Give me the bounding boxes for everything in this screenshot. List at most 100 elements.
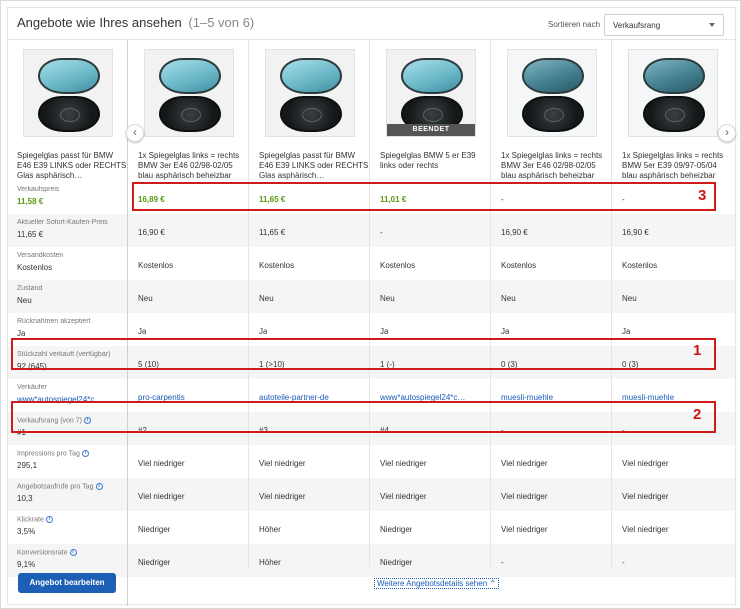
cell-value: Kostenlos <box>501 261 537 270</box>
cell-value: 11,65 € <box>17 230 44 239</box>
comparison-table: Verkaufspreis 11,58 €16,89 €11,65 €11,01 … <box>7 39 736 606</box>
panel-header: Angebote wie Ihres ansehen (1–5 von 6) S… <box>7 7 736 39</box>
cell-value: Viel niedriger <box>501 525 548 534</box>
cell-value: Viel niedriger <box>138 492 185 501</box>
cell-value: Neu <box>259 294 274 303</box>
row-label: Angebotsaufrufe pro Tag i <box>17 483 103 490</box>
listing-image[interactable] <box>23 49 113 137</box>
cell-value: Viel niedriger <box>259 492 306 501</box>
listing-title[interactable]: 1x Spiegelglas links = rechts BMW 5er E3… <box>622 151 732 181</box>
info-icon[interactable]: i <box>95 483 103 490</box>
cell-value: Kostenlos <box>17 263 53 272</box>
listing-title[interactable]: 1x Spiegelglas links = rechts BMW 3er E4… <box>501 151 611 181</box>
edit-listing-button[interactable]: Angebot bearbeiten <box>18 573 116 593</box>
mirror-glass-top <box>643 58 705 94</box>
column-divider <box>369 40 370 567</box>
row-label-text: Rücknahmen akzeptiert <box>17 318 91 325</box>
row-label: Impressions pro Tag i <box>17 450 89 457</box>
cell-value: 16,90 € <box>622 228 649 237</box>
row-label-text: Angebotsaufrufe pro Tag <box>17 483 94 491</box>
cell-value: 11,58 € <box>17 197 44 206</box>
row-label: Zustand <box>17 285 42 292</box>
cell-value: Viel niedriger <box>622 492 669 501</box>
row-label: Klickrate i <box>17 516 53 523</box>
cell-value: Ja <box>380 327 389 336</box>
listing-title[interactable]: Spiegelglas passt für BMW E46 E39 LINKS … <box>259 151 369 181</box>
cell-value: 16,90 € <box>501 228 528 237</box>
cell-value: 295,1 <box>17 461 38 470</box>
cell-value: Ja <box>622 327 631 336</box>
cell-value: Viel niedriger <box>138 459 185 468</box>
cell-value: Viel niedriger <box>259 459 306 468</box>
sort-value: Verkaufsrang <box>613 21 661 30</box>
cell-value: Viel niedriger <box>501 459 548 468</box>
cell-value: Kostenlos <box>259 261 295 270</box>
column-divider <box>611 40 612 567</box>
cell-value: Neu <box>17 296 32 305</box>
row-label-text: Verkäufer <box>17 384 47 391</box>
cell-value: Viel niedriger <box>380 459 427 468</box>
cell-value: Neu <box>380 294 395 303</box>
mirror-glass-back <box>643 96 705 132</box>
annotation-number-3: 3 <box>698 187 707 204</box>
info-icon[interactable]: i <box>69 549 77 556</box>
cell-value: Ja <box>501 327 510 336</box>
row-label-text: Impressions pro Tag <box>17 450 80 458</box>
row-label: Aktueller Sofort-Kaufen-Preis <box>17 219 108 226</box>
highlight-box-3 <box>132 182 716 211</box>
cell-value: Niedriger <box>138 525 171 534</box>
listing-title: Spiegelglas passt für BMW E46 E39 LINKS … <box>17 151 127 180</box>
cell-value: - <box>622 558 625 567</box>
result-count: (1–5 von 6) <box>188 15 255 30</box>
ended-badge: BEENDET <box>387 124 475 136</box>
info-icon[interactable]: i <box>81 450 89 457</box>
cell-value: 11,65 € <box>259 228 286 237</box>
mirror-glass-top <box>159 58 221 94</box>
row-label: Rücknahmen akzeptiert <box>17 318 91 325</box>
cell-value: Viel niedriger <box>622 459 669 468</box>
listing-image[interactable] <box>265 49 355 137</box>
listing-title[interactable]: Spiegelglas BMW 5 er E39 links oder rech… <box>380 151 490 171</box>
more-details-link[interactable]: Weitere Angebotsdetails sehen ⌃ <box>374 578 500 589</box>
mirror-glass-top <box>38 58 100 94</box>
cell-value: Viel niedriger <box>501 492 548 501</box>
sort-label: Sortieren nach <box>548 20 601 29</box>
cell-value: 9,1% <box>17 560 36 569</box>
listing-image[interactable] <box>144 49 234 137</box>
chevron-down-icon <box>709 23 715 27</box>
row-label-text: Verkaufspreis <box>17 186 60 193</box>
cell-value: Neu <box>138 294 153 303</box>
listing-image[interactable] <box>507 49 597 137</box>
mirror-glass-top <box>401 58 463 94</box>
next-arrow-icon[interactable]: › <box>718 124 736 142</box>
info-icon[interactable]: i <box>45 516 53 523</box>
offers-panel: Angebote wie Ihres ansehen (1–5 von 6) S… <box>0 0 741 609</box>
chevron-up-icon: ⌃ <box>489 579 497 588</box>
highlight-box-1 <box>11 338 716 370</box>
prev-arrow-icon[interactable]: ‹ <box>126 124 144 142</box>
cell-value: Ja <box>138 327 147 336</box>
mirror-glass-back <box>159 96 221 132</box>
sort-dropdown[interactable]: Verkaufsrang <box>604 14 724 36</box>
listing-image[interactable] <box>628 49 718 137</box>
listing-title[interactable]: 1x Spiegelglas links = rechts BMW 3er E4… <box>138 151 248 181</box>
row-label-text: Konversionsrate <box>17 549 68 557</box>
row-label: Verkäufer <box>17 384 47 391</box>
cell-value: Niedriger <box>380 558 413 567</box>
column-divider <box>248 40 249 567</box>
cell-value: Kostenlos <box>622 261 658 270</box>
mirror-glass-back <box>280 96 342 132</box>
cell-value: Höher <box>259 558 281 567</box>
cell-value: - <box>380 228 383 237</box>
cell-value: Kostenlos <box>138 261 174 270</box>
column-divider <box>127 40 128 606</box>
listing-image[interactable]: BEENDET <box>386 49 476 137</box>
mirror-glass-top <box>280 58 342 94</box>
row-label-text: Klickrate <box>17 516 44 524</box>
row-label: Konversionsrate i <box>17 549 77 556</box>
cell-value: - <box>501 558 504 567</box>
cell-value: Neu <box>622 294 637 303</box>
cell-value: Ja <box>259 327 268 336</box>
table-row <box>8 544 735 577</box>
annotation-number-2: 2 <box>693 406 702 423</box>
